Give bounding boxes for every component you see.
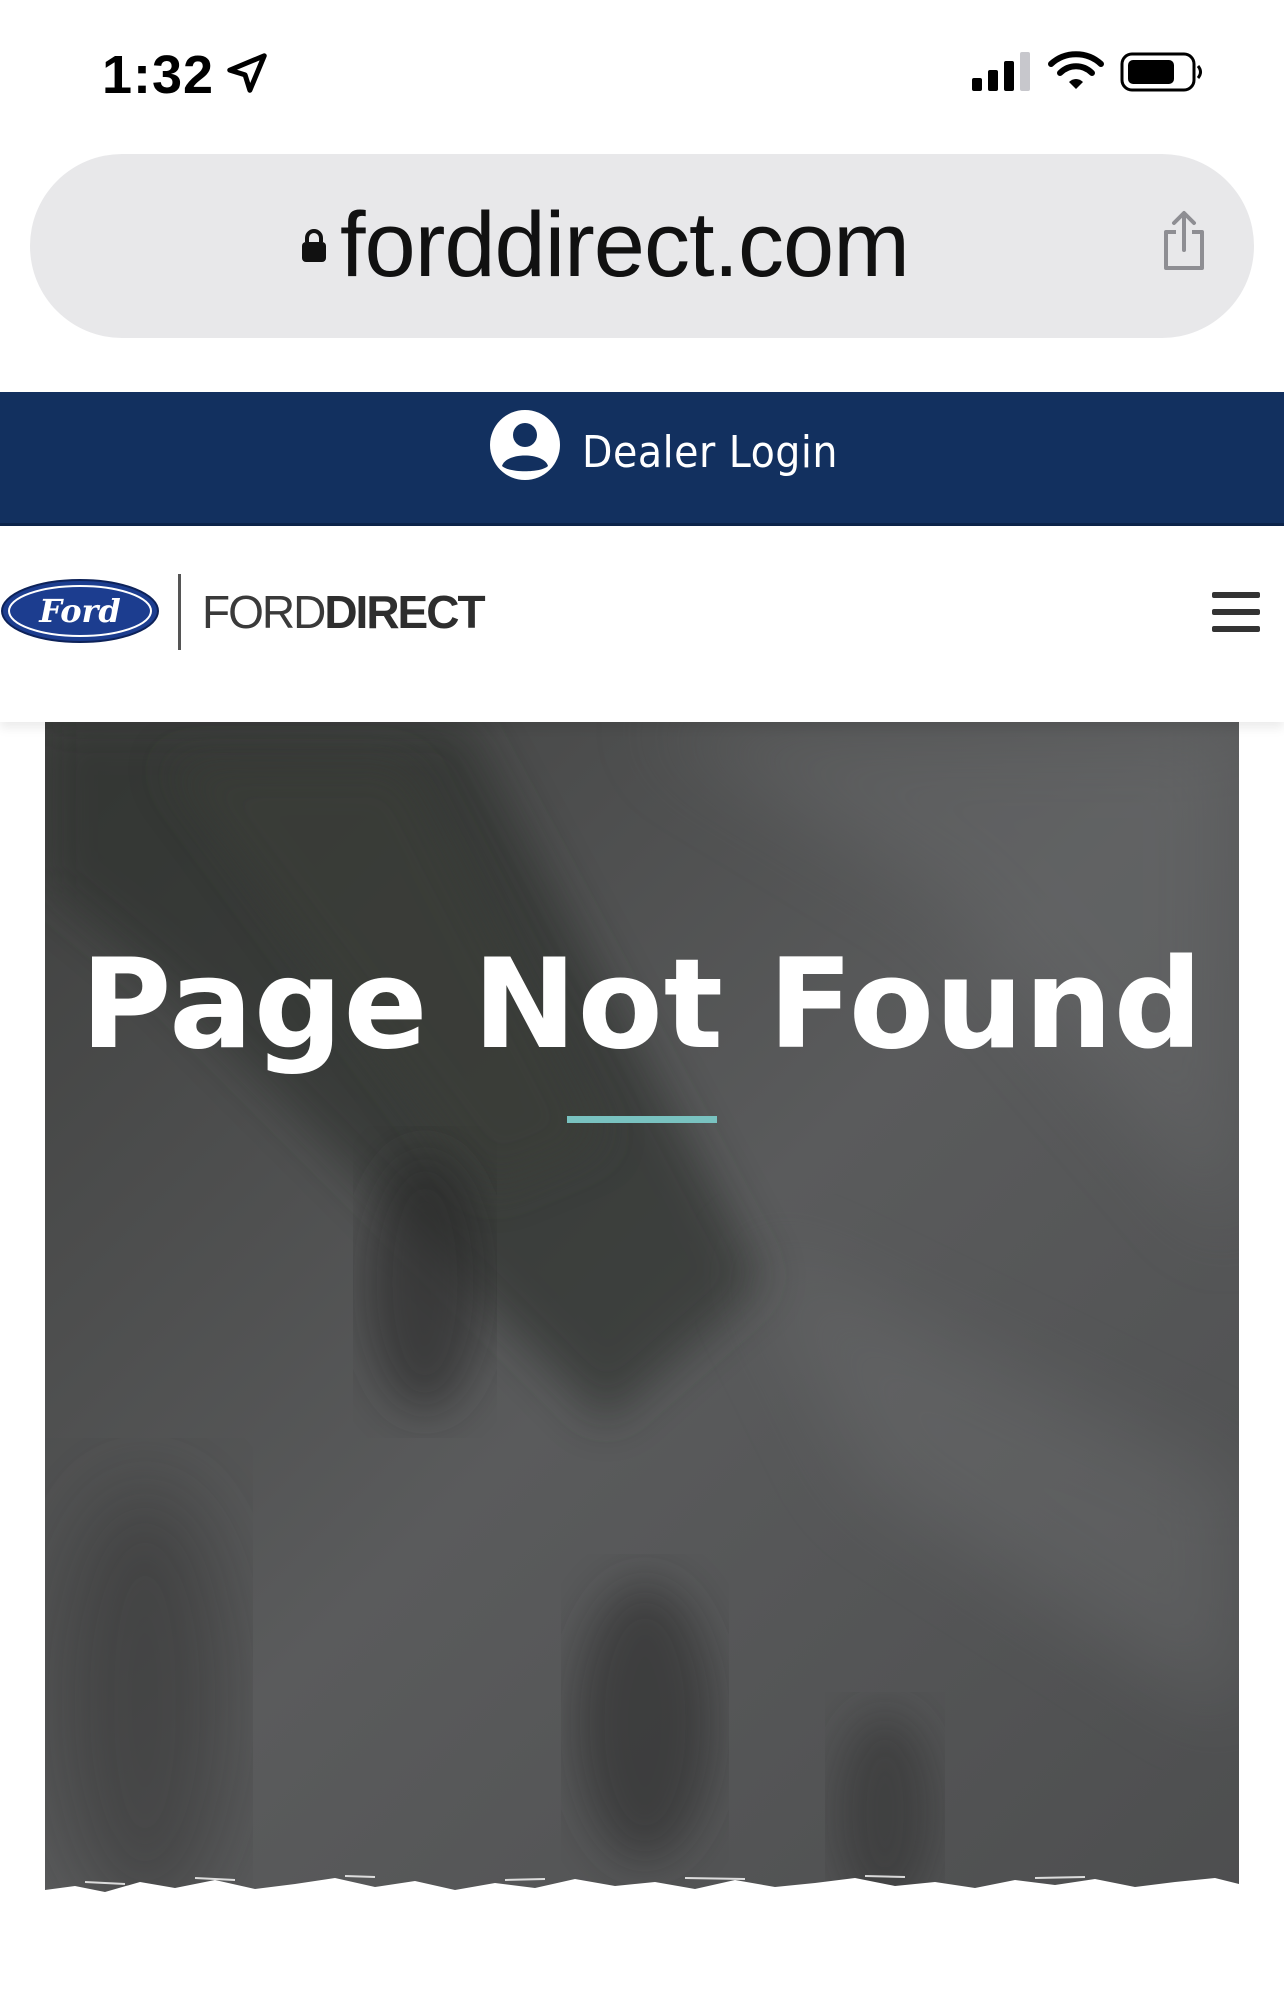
forddirect-wordmark[interactable]: FORDDIRECT — [202, 584, 486, 640]
share-icon[interactable] — [1158, 210, 1210, 272]
status-bar: 1:32 — [0, 0, 1284, 150]
page-title: Page Not Found — [80, 933, 1204, 1077]
cellular-signal-icon — [972, 52, 1030, 91]
logo-divider — [178, 574, 181, 650]
site-header — [0, 528, 1284, 722]
ford-logo[interactable]: Ford — [0, 578, 160, 644]
brand-ford-text: FORD — [202, 586, 326, 638]
user-circle-icon[interactable] — [488, 408, 562, 482]
svg-text:Ford: Ford — [38, 592, 121, 630]
lock-icon — [302, 229, 326, 262]
status-time: 1:32 — [102, 45, 215, 105]
title-accent-underline — [567, 1116, 717, 1123]
dealer-login-link[interactable]: Dealer Login — [582, 426, 838, 480]
torn-paper-edge — [45, 1875, 1239, 1914]
hero-background-image — [45, 722, 1239, 1914]
wifi-icon — [1048, 51, 1104, 89]
hero-banner: Page Not Found — [45, 722, 1239, 1914]
battery-icon — [1120, 52, 1202, 92]
brand-direct-text: DIRECT — [324, 586, 485, 638]
location-arrow-icon — [227, 53, 267, 93]
url-domain[interactable]: forddirect.com — [340, 190, 1040, 300]
hamburger-menu-icon[interactable] — [1212, 592, 1260, 632]
